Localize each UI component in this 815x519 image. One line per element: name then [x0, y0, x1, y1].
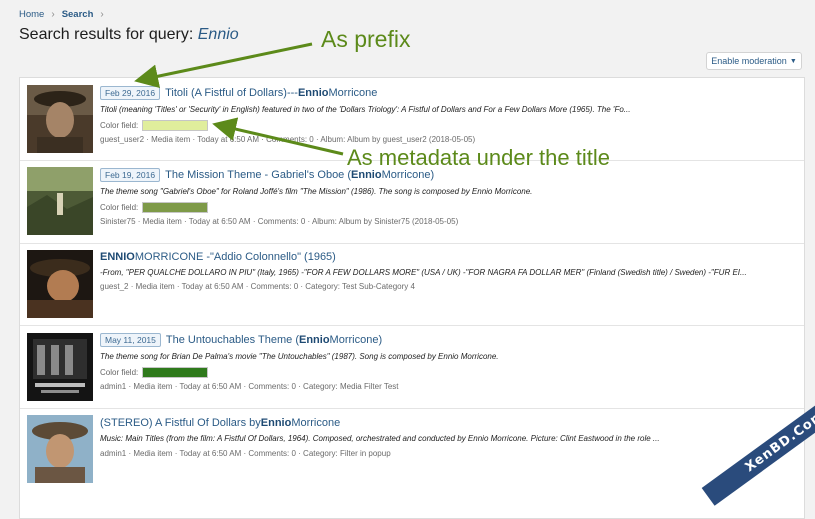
color-field-label: Color field: [100, 203, 139, 212]
result-title-text: Titoli (A Fistful of Dollars)--- [165, 87, 298, 99]
result-thumbnail[interactable] [27, 333, 93, 401]
result-thumbnail[interactable] [27, 250, 93, 318]
color-field-label: Color field: [100, 368, 139, 377]
color-swatch [142, 120, 209, 131]
color-field-label: Color field: [100, 121, 139, 130]
result-title-text: Morricone) [329, 334, 383, 346]
color-swatch [142, 202, 209, 213]
search-query: Ennio [197, 26, 239, 43]
enable-moderation-button[interactable]: Enable moderation ▼ [706, 52, 802, 70]
page-title: Search results for query: Ennio [19, 26, 239, 44]
results-list: Feb 29, 2016 Titoli (A Fistful of Dollar… [19, 77, 805, 519]
result-meta: guest_2 · Media item · Today at 6:50 AM … [100, 282, 415, 291]
result-title-text: The Mission Theme - Gabriel's Oboe ( [165, 169, 352, 181]
result-title-highlight: ENNIO [100, 251, 135, 263]
result-thumbnail[interactable] [27, 167, 93, 235]
result-snippet: Titoli (meaning 'Titles' or 'Security' i… [100, 105, 631, 114]
breadcrumb: Home › Search › [19, 9, 111, 20]
result-title[interactable]: (STEREO) A Fistful Of Dollars by Ennio M… [100, 417, 796, 429]
breadcrumb-search[interactable]: Search [62, 9, 94, 20]
color-field: Color field: [100, 202, 796, 213]
result-title[interactable]: ENNIO MORRICONE -"Addio Colonnello" (196… [100, 251, 796, 263]
result-title-text: Morricone [291, 417, 341, 429]
result-snippet: The theme song "Gabriel's Oboe" for Rola… [100, 187, 533, 196]
result-row: May 11, 2015 The Untouchables Theme (Enn… [20, 326, 804, 409]
result-row: Feb 19, 2016 The Mission Theme - Gabriel… [20, 161, 804, 244]
breadcrumb-separator-icon: › [51, 9, 55, 20]
result-title-highlight: Ennio [260, 417, 292, 429]
result-thumbnail[interactable] [27, 85, 93, 153]
color-swatch [142, 367, 209, 378]
date-prefix-badge: Feb 19, 2016 [100, 168, 161, 182]
result-row: (STEREO) A Fistful Of Dollars by Ennio M… [20, 409, 804, 491]
color-field: Color field: [100, 367, 796, 378]
result-title-highlight: Ennio [297, 87, 329, 99]
result-title-text: Morricone [328, 87, 378, 99]
result-snippet: The theme song for Brian De Palma's movi… [100, 352, 499, 361]
color-field: Color field: [100, 120, 796, 131]
result-snippet: -From, "PER QUALCHE DOLLARO IN PIU" (Ita… [100, 268, 747, 277]
result-title-text: (STEREO) A Fistful Of Dollars by [100, 417, 261, 429]
enable-moderation-label: Enable moderation [711, 56, 787, 66]
result-row: ENNIO MORRICONE -"Addio Colonnello" (196… [20, 244, 804, 326]
chevron-down-icon: ▼ [789, 57, 797, 65]
result-title[interactable]: May 11, 2015 The Untouchables Theme (Enn… [100, 333, 796, 347]
result-meta: admin1 · Media item · Today at 6:50 AM ·… [100, 449, 391, 458]
result-snippet: Music: Main Titles (from the film: A Fis… [100, 434, 660, 443]
result-thumbnail[interactable] [27, 415, 93, 483]
date-prefix-badge: May 11, 2015 [100, 333, 161, 347]
breadcrumb-separator-icon: › [100, 9, 104, 20]
result-title-highlight: Ennio [298, 334, 330, 346]
page-title-prefix: Search results for query: [19, 26, 194, 43]
date-prefix-badge: Feb 29, 2016 [100, 86, 161, 100]
annotation-metadata-label: As metadata under the title [347, 145, 610, 170]
result-title[interactable]: Feb 29, 2016 Titoli (A Fistful of Dollar… [100, 86, 796, 100]
result-title-text: MORRICONE -"Addio Colonnello" (1965) [134, 251, 336, 263]
annotation-prefix-label: As prefix [321, 26, 411, 52]
result-meta: admin1 · Media item · Today at 6:50 AM ·… [100, 382, 399, 391]
result-meta: Sinister75 · Media item · Today at 6:50 … [100, 217, 459, 226]
prefix-arrow [134, 42, 313, 89]
breadcrumb-home[interactable]: Home [19, 9, 44, 20]
result-title-text: The Untouchables Theme ( [165, 334, 299, 346]
result-meta: guest_user2 · Media item · Today at 6:50… [100, 135, 476, 144]
